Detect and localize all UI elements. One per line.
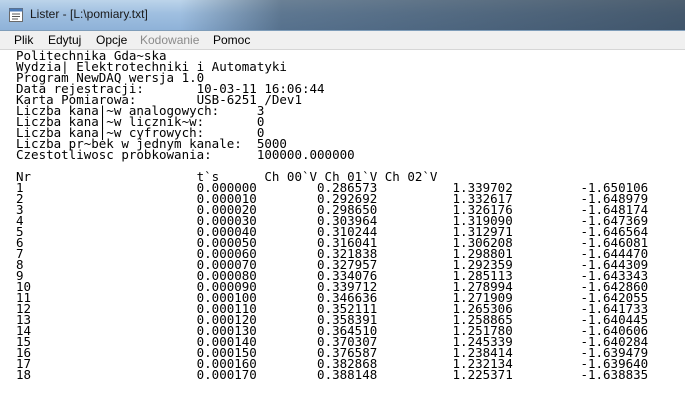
lister-app-icon: [9, 8, 23, 22]
title-bar-background: [180, 0, 685, 30]
data-row: 18 0.000170 0.388148 1.225371 -1.638835: [16, 367, 648, 382]
menu-kodowanie[interactable]: Kodowanie: [140, 33, 199, 47]
menu-opcje[interactable]: Opcje: [96, 33, 127, 47]
title-bar[interactable]: Lister - [L:\pomiary.txt]: [0, 0, 685, 31]
file-text: Politechnika Gda~ska Wydzia| Elektrotech…: [0, 50, 685, 382]
cell-ch01: 1.225371: [452, 367, 581, 382]
cell-ch00: 0.388148: [317, 367, 453, 382]
window-title: Lister - [L:\pomiary.txt]: [30, 7, 148, 21]
menu-edytuj[interactable]: Edytuj: [48, 33, 81, 47]
header-line: Czestotliwosc probkowania: 100000.000000: [16, 147, 355, 162]
menu-pomoc[interactable]: Pomoc: [213, 33, 250, 47]
cell-nr: 18: [16, 367, 197, 382]
cell-time: 0.000170: [196, 367, 318, 382]
file-content-view[interactable]: Politechnika Gda~ska Wydzia| Elektrotech…: [0, 50, 685, 403]
menu-bar: Plik Edytuj Opcje Kodowanie Pomoc: [0, 31, 685, 50]
menu-plik[interactable]: Plik: [14, 33, 33, 47]
cell-ch02: -1.638835: [580, 367, 649, 382]
